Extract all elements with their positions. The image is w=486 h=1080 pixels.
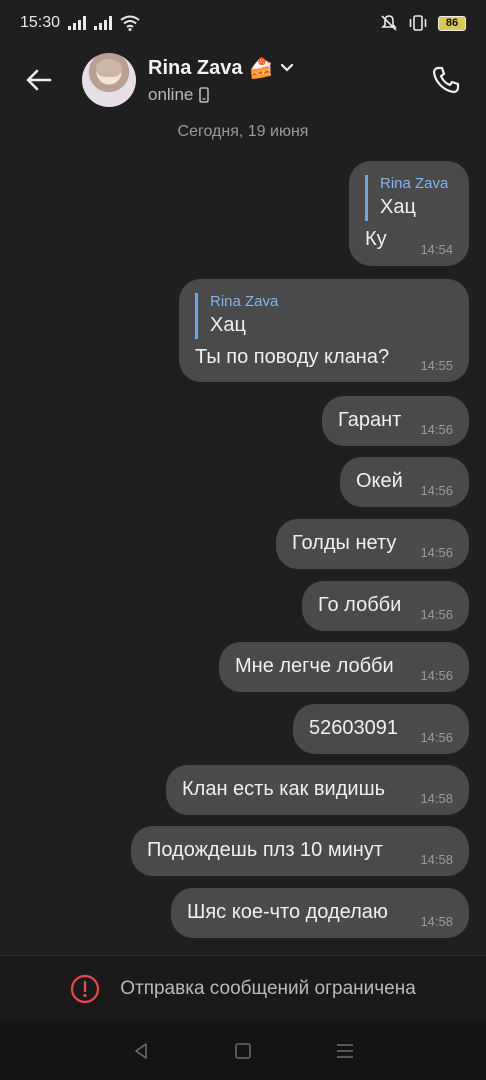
- message-text: Подождешь плз 10 минут: [147, 839, 383, 861]
- message-text: Шяс кое-что доделаю: [187, 901, 388, 923]
- avatar[interactable]: [82, 53, 136, 107]
- arrow-left-icon: [26, 69, 52, 91]
- wifi-icon: [120, 15, 140, 31]
- status-left: 15:30: [20, 14, 140, 32]
- message-time: 14:56: [420, 730, 453, 745]
- contact-status: online: [148, 84, 194, 104]
- reply-author: Rina Zava: [210, 293, 279, 310]
- message-bubble[interactable]: Rina Zava Хац Ты по поводу клана? 14:55: [179, 279, 469, 382]
- status-right: 86: [380, 14, 466, 32]
- message-time: 14:56: [420, 668, 453, 683]
- message-bubble[interactable]: Подождешь плз 10 минут 14:58: [131, 826, 469, 876]
- message-time: 14:54: [420, 242, 453, 257]
- reply-text: Хац: [380, 196, 416, 218]
- system-nav-bar: [0, 1021, 486, 1080]
- status-bar: 15:30 86: [0, 0, 486, 46]
- message-bubble[interactable]: Го лобби 14:56: [302, 581, 469, 631]
- mute-icon: [381, 15, 397, 31]
- message-bubble[interactable]: 52603091 14:56: [293, 704, 469, 754]
- cake-emoji: 🍰: [248, 57, 274, 80]
- chevron-down-icon[interactable]: [279, 62, 295, 74]
- date-separator: Сегодня, 19 июня: [177, 123, 309, 140]
- back-button[interactable]: [20, 62, 56, 98]
- reply-author: Rina Zava: [380, 175, 449, 192]
- message-bubble[interactable]: Клан есть как видишь 14:58: [166, 765, 469, 815]
- nav-back-icon[interactable]: [131, 1041, 151, 1061]
- vibrate-icon: [409, 15, 427, 31]
- message-time: 14:58: [420, 852, 453, 867]
- message-time: 14:56: [420, 483, 453, 498]
- nav-menu-icon[interactable]: [335, 1041, 355, 1061]
- battery-icon: 86: [438, 15, 466, 31]
- message-time: 14:55: [420, 358, 453, 373]
- warning-icon: [71, 974, 100, 1003]
- message-bubble[interactable]: Шяс кое-что доделаю 14:58: [171, 888, 469, 938]
- message-bubble[interactable]: Мне легче лобби 14:56: [219, 642, 469, 692]
- contact-info[interactable]: Rina Zava 🍰 online: [148, 56, 295, 105]
- message-time: 14:56: [420, 545, 453, 560]
- message-text: Клан есть как видишь: [182, 778, 386, 800]
- message-time: 14:58: [420, 791, 453, 806]
- message-bubble[interactable]: Голды нету 14:56: [276, 519, 469, 569]
- reply-text: Хац: [210, 314, 246, 336]
- reply-quote[interactable]: Rina Zava Хац: [365, 175, 453, 221]
- phone-icon: [432, 66, 460, 94]
- message-bubble[interactable]: Окей 14:56: [340, 457, 469, 507]
- signal-icon-2: [94, 16, 113, 30]
- reply-quote[interactable]: Rina Zava Хац: [195, 293, 453, 339]
- message-time: 14:58: [420, 914, 453, 929]
- message-text: Ты по поводу клана?: [195, 346, 390, 368]
- chat-header: Rina Zava 🍰 online: [0, 46, 486, 114]
- restriction-banner: Отправка сообщений ограничена: [0, 955, 486, 1021]
- message-time: 14:56: [420, 422, 453, 437]
- status-time: 15:30: [20, 14, 61, 31]
- phone-device-icon: [199, 86, 210, 103]
- restriction-text: Отправка сообщений ограничена: [120, 977, 416, 999]
- contact-name: Rina Zava: [148, 56, 243, 79]
- nav-home-icon[interactable]: [233, 1041, 253, 1061]
- message-bubble[interactable]: Гарант 14:56: [322, 396, 469, 446]
- call-button[interactable]: [426, 60, 466, 100]
- message-time: 14:56: [420, 607, 453, 622]
- message-bubble[interactable]: Rina Zava Хац Ку 14:54: [349, 161, 469, 266]
- signal-icon: [68, 16, 87, 30]
